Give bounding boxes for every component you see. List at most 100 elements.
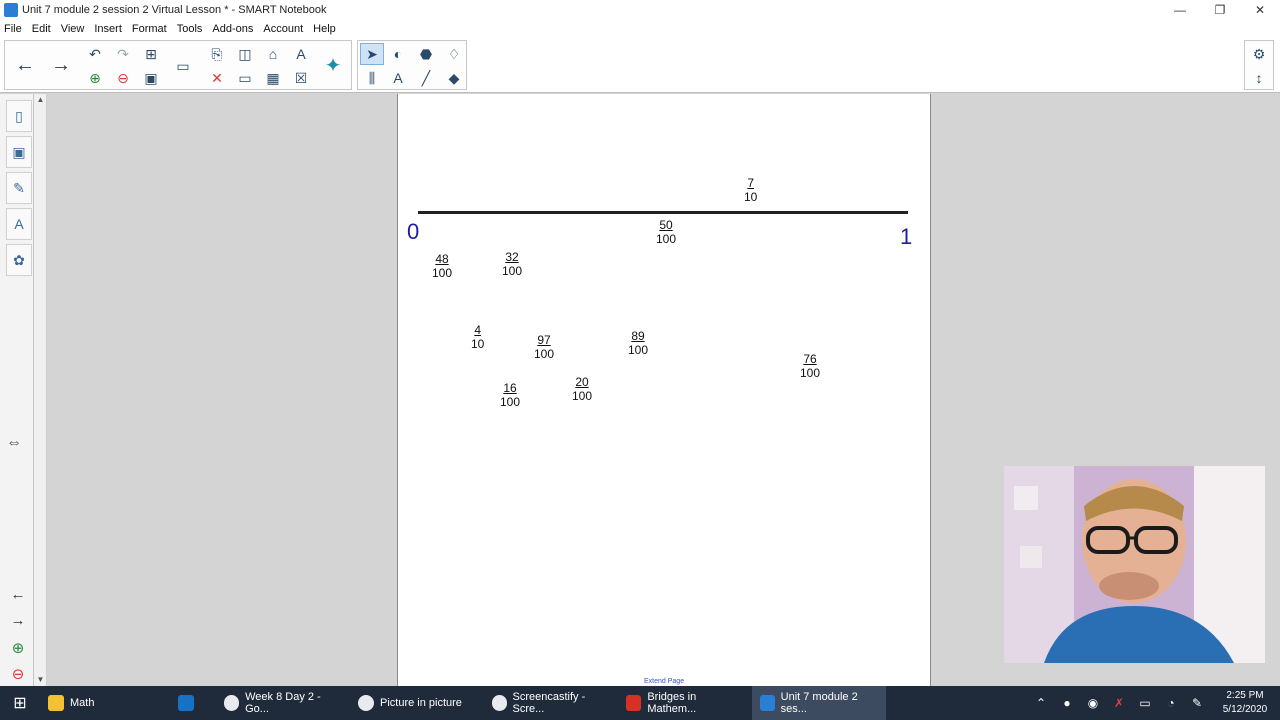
move-toolbar-icon[interactable]: ↕ bbox=[1247, 67, 1271, 89]
undo-icon[interactable]: ↶ bbox=[83, 43, 107, 65]
addons-tab-icon[interactable]: ✿ bbox=[6, 244, 32, 276]
shapes-icon[interactable]: ⬣ bbox=[414, 43, 438, 65]
next-page-button[interactable]: → bbox=[45, 43, 77, 87]
fraction-card[interactable]: 7 10 bbox=[744, 176, 757, 204]
taskbar-item[interactable]: Math bbox=[40, 686, 170, 720]
windows-start-icon[interactable]: ⊞ bbox=[0, 686, 40, 720]
attachments-tab-icon[interactable]: ✎ bbox=[6, 172, 32, 204]
taskbar-item[interactable]: Picture in picture bbox=[350, 686, 484, 720]
menu-insert[interactable]: Insert bbox=[94, 23, 122, 35]
close-button[interactable]: ✕ bbox=[1240, 0, 1280, 20]
taskbar-item[interactable]: Week 8 Day 2 - Go... bbox=[216, 686, 350, 720]
menu-account[interactable]: Account bbox=[263, 23, 303, 35]
security-icon[interactable]: ✗ bbox=[1106, 696, 1132, 710]
fraction-denominator: 100 bbox=[628, 343, 649, 357]
chevron-up-icon[interactable]: ⌃ bbox=[1028, 696, 1054, 710]
notebook-page[interactable]: 0 1 7 10 50 100 48 100 32 100 4 10 97 10… bbox=[397, 94, 931, 686]
gallery-tab-icon[interactable]: ▣ bbox=[6, 136, 32, 168]
fraction-numerator: 48 bbox=[435, 252, 449, 266]
eraser-icon[interactable]: ◆ bbox=[442, 67, 466, 89]
text-tool-icon[interactable]: A bbox=[386, 67, 410, 89]
previous-page-button[interactable]: ← bbox=[9, 43, 41, 87]
menu-view[interactable]: View bbox=[61, 23, 85, 35]
scroll-up-icon[interactable]: ▲ bbox=[34, 94, 47, 106]
properties-tab-icon[interactable]: A bbox=[6, 208, 32, 240]
chrome-icon bbox=[358, 695, 374, 711]
text-style-icon[interactable]: A bbox=[289, 43, 313, 65]
menu-format[interactable]: Format bbox=[132, 23, 167, 35]
pdf-icon bbox=[626, 695, 642, 711]
fraction-denominator: 100 bbox=[534, 347, 555, 361]
delete-icon[interactable]: ✕ bbox=[205, 67, 229, 89]
microphone-icon[interactable]: ● bbox=[1054, 696, 1080, 710]
chrome-icon bbox=[224, 695, 240, 711]
line-tool-icon[interactable]: ╱ bbox=[414, 67, 438, 89]
menu-edit[interactable]: Edit bbox=[32, 23, 51, 35]
pen-icon[interactable]: ✎ bbox=[1184, 696, 1210, 710]
table-icon[interactable]: ▦ bbox=[261, 67, 285, 89]
pen-tool-icon[interactable]: ⫼ bbox=[360, 67, 384, 89]
sidebar-back-icon[interactable]: ← bbox=[8, 584, 28, 604]
insert-page-icon[interactable]: ⊕ bbox=[83, 67, 107, 89]
menu-file[interactable]: File bbox=[4, 23, 22, 35]
restore-button[interactable]: ❐ bbox=[1200, 0, 1240, 20]
redo-icon[interactable]: ↷ bbox=[111, 43, 135, 65]
clock[interactable]: 2:25 PM 5/12/2020 bbox=[1210, 689, 1280, 717]
battery-icon[interactable]: ▭ bbox=[1132, 696, 1158, 710]
fraction-card[interactable]: 20 100 bbox=[572, 375, 592, 403]
fill-icon[interactable]: ♢ bbox=[442, 43, 466, 65]
sidebar-forward-icon[interactable]: → bbox=[8, 610, 28, 630]
fraction-card[interactable]: 50 100 bbox=[656, 218, 676, 246]
fraction-numerator: 4 bbox=[474, 323, 482, 337]
minimize-button[interactable]: — bbox=[1160, 0, 1200, 20]
fraction-numerator: 32 bbox=[505, 250, 519, 264]
extend-page-link[interactable]: Extend Page bbox=[644, 678, 684, 685]
taskbar-item[interactable] bbox=[170, 686, 216, 720]
smart-notebook-icon bbox=[760, 695, 775, 711]
menu-addons[interactable]: Add-ons bbox=[212, 23, 253, 35]
fraction-denominator: 10 bbox=[744, 190, 758, 204]
sidebar-scrollbar[interactable]: ▲ ▼ bbox=[34, 94, 47, 686]
fraction-card[interactable]: 16 100 bbox=[500, 381, 520, 409]
select-tool-icon[interactable]: ➤ bbox=[360, 43, 384, 65]
toolbar-settings-group: ⚙ ↕ bbox=[1244, 40, 1274, 90]
network-icon[interactable]: ◔ bbox=[1158, 696, 1184, 710]
fraction-card[interactable]: 32 100 bbox=[502, 250, 522, 278]
fraction-denominator: 100 bbox=[500, 395, 521, 409]
lab-activities-icon[interactable]: ✦ bbox=[317, 43, 349, 87]
scroll-down-icon[interactable]: ▼ bbox=[34, 674, 47, 686]
fraction-card[interactable]: 97 100 bbox=[534, 333, 554, 361]
number-line-end-label[interactable]: 1 bbox=[900, 224, 912, 250]
save-icon[interactable]: ▣ bbox=[139, 67, 163, 89]
taskbar-item[interactable]: Screencastify - Scre... bbox=[484, 686, 618, 720]
taskbar-item[interactable]: Unit 7 module 2 ses... bbox=[752, 686, 886, 720]
taskbar-item-label: Unit 7 module 2 ses... bbox=[780, 691, 858, 715]
taskbar-item[interactable]: Bridges in Mathem... bbox=[618, 686, 752, 720]
fraction-card[interactable]: 76 100 bbox=[800, 352, 820, 380]
screen-shade-icon[interactable]: ▭ bbox=[233, 67, 257, 89]
fraction-numerator: 76 bbox=[803, 352, 817, 366]
display-icon[interactable]: ▭ bbox=[171, 55, 195, 77]
fraction-card[interactable]: 48 100 bbox=[432, 252, 452, 280]
shape-pen-icon[interactable]: ◐ bbox=[386, 43, 410, 65]
resize-sidebar-icon[interactable]: ⇔ bbox=[6, 434, 22, 452]
update-icon[interactable]: ◉ bbox=[1080, 696, 1106, 710]
fraction-denominator: 100 bbox=[502, 264, 523, 278]
menu-tools[interactable]: Tools bbox=[177, 23, 203, 35]
menu-help[interactable]: Help bbox=[313, 23, 336, 35]
screen-capture-icon[interactable]: ◫ bbox=[233, 43, 257, 65]
smart-notebook-icon bbox=[4, 3, 18, 17]
fraction-card[interactable]: 4 10 bbox=[471, 323, 484, 351]
delete-page-icon[interactable]: ⊖ bbox=[111, 67, 135, 89]
paste-icon[interactable]: ⎘ bbox=[205, 43, 229, 65]
document-camera-icon[interactable]: ⌂ bbox=[261, 43, 285, 65]
number-line-start-label[interactable]: 0 bbox=[407, 219, 419, 245]
sidebar-add-page-icon[interactable]: ⊕ bbox=[8, 638, 28, 658]
page-sorter-tab-icon[interactable]: ▯ bbox=[6, 100, 32, 132]
clear-icon[interactable]: ☒ bbox=[289, 67, 313, 89]
number-line[interactable] bbox=[418, 211, 908, 214]
fraction-card[interactable]: 89 100 bbox=[628, 329, 648, 357]
add-page-icon[interactable]: ⊞ bbox=[139, 43, 163, 65]
settings-gear-icon[interactable]: ⚙ bbox=[1247, 43, 1271, 65]
sidebar-delete-page-icon[interactable]: ⊖ bbox=[8, 664, 28, 684]
